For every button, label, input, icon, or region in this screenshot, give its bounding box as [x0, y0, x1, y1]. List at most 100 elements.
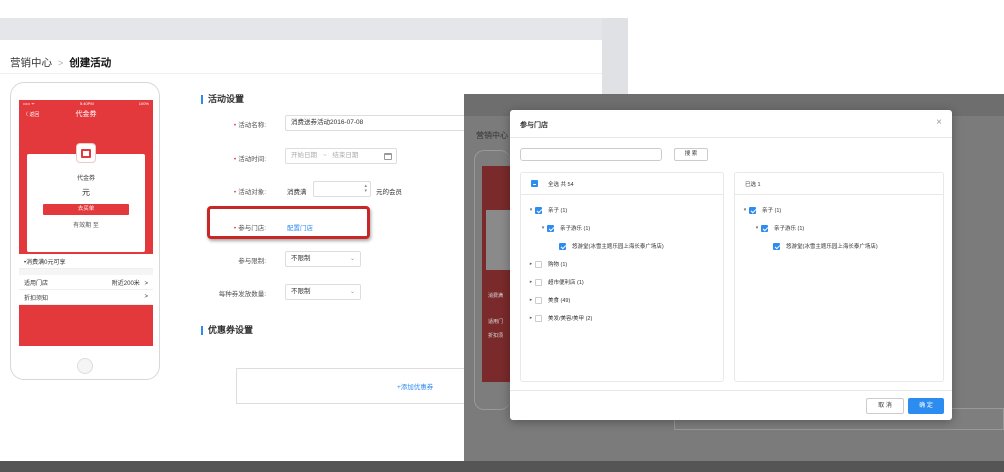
start-date-placeholder: 开始日期: [291, 152, 317, 159]
tree-node-label: 亲子 (1): [762, 208, 782, 214]
caret-down-icon[interactable]: ▾: [753, 225, 761, 231]
valid-period: 有效期 至: [73, 223, 99, 229]
dimmed-breadcrumb: 营销中心: [476, 131, 508, 140]
caret-right-icon[interactable]: ▸: [527, 279, 535, 285]
tree-node[interactable]: 悠游堂(冰雪主题乐园上海长泰广场店): [735, 237, 943, 255]
base-right-edge: [602, 18, 628, 94]
tree-node-label: 亲子 (1): [548, 208, 568, 214]
breadcrumb-root[interactable]: 营销中心: [10, 55, 52, 70]
selected-stores-tree: ▾ 亲子 (1) ▾ 亲子游乐 (1) 悠游堂(冰雪主题乐园上海长泰广场店): [735, 195, 943, 255]
tree-node-checkbox[interactable]: [535, 206, 542, 214]
limit-select[interactable]: 不限制 ⌄: [285, 251, 361, 267]
chevron-down-icon: ⌄: [349, 256, 355, 262]
tree-node-checkbox[interactable]: [535, 314, 542, 322]
store-select-dialog: 参与门店 × 搜 索 全选 共 54 ▾ 亲子 (1) ▾ 亲子游乐 (1) 悠游堂(冰…: [510, 110, 952, 420]
breadcrumb: 营销中心 > 创建活动: [10, 55, 111, 70]
caret-right-icon[interactable]: ▸: [527, 261, 535, 267]
dimmed-text-3: 折扣须: [488, 333, 504, 339]
target-prefix: 消费满: [287, 189, 307, 196]
calendar-icon: [384, 153, 392, 160]
tree-node-label: 购物 (1): [548, 262, 568, 268]
cancel-button[interactable]: 取 消: [866, 398, 904, 414]
tree-node-label: 悠游堂(冰雪主题乐园上海长泰广场店): [572, 244, 664, 250]
tree-node-checkbox[interactable]: [773, 242, 780, 250]
activity-time-label: • 活动时间:: [233, 156, 266, 163]
tree-node[interactable]: ▸ 购物 (1): [521, 255, 723, 273]
phone-preview: ••••• ᯤ 5:40PM 100% 〈 返回 代金券 代金券 元 去买单 有…: [10, 82, 160, 380]
dialog-header: 参与门店 ×: [510, 110, 952, 138]
phone-home-button: [77, 358, 93, 374]
tree-node[interactable]: ▸ 美食 (49): [521, 291, 723, 309]
section-coupon-title: 优惠券设置: [201, 326, 253, 335]
end-date-placeholder: 结束日期: [332, 152, 359, 159]
store-search-input[interactable]: [520, 148, 662, 161]
phone-back-button: 〈 返回: [23, 112, 40, 118]
condition-row: •消费满0元可享: [19, 254, 153, 269]
tree-node[interactable]: ▾ 亲子 (1): [521, 201, 723, 219]
tree-node[interactable]: ▸ 超市便利店 (1): [521, 273, 723, 291]
selected-stores-header-text: 已选 1: [745, 181, 761, 188]
tree-node[interactable]: ▾ 亲子游乐 (1): [521, 219, 723, 237]
coupon-name: 代金券: [76, 176, 95, 182]
close-icon[interactable]: ×: [936, 117, 942, 128]
caret-down-icon[interactable]: ▾: [741, 207, 749, 213]
breadcrumb-separator: >: [58, 57, 64, 68]
limit-label: 参与限制:: [238, 258, 266, 265]
buy-button: 去买单: [43, 204, 129, 215]
selected-stores-panel: 已选 1 ▾ 亲子 (1) ▾ 亲子游乐 (1) 悠游堂(冰雪主题乐园上海长泰广场店): [734, 172, 944, 382]
add-coupon-link[interactable]: +添加优惠券: [397, 381, 433, 391]
phone-nav-title: 代金券: [75, 111, 97, 118]
breadcrumb-current: 创建活动: [69, 57, 112, 69]
tree-node-checkbox[interactable]: [535, 278, 542, 286]
condition-text: •消费满0元可享: [24, 259, 66, 266]
chevron-right-icon: >: [144, 294, 148, 300]
store-row-label: 适用门店: [24, 280, 49, 287]
tree-node-checkbox[interactable]: [535, 260, 542, 268]
tree-node[interactable]: 悠游堂(冰雪主题乐园上海长泰广场店): [521, 237, 723, 255]
confirm-button[interactable]: 确 定: [908, 398, 944, 414]
breadcrumb-divider: [0, 73, 602, 74]
tree-node-label: 悠游堂(冰雪主题乐园上海长泰广场店): [786, 244, 878, 250]
per-coupon-select[interactable]: 不限制 ⌄: [285, 284, 361, 300]
phone-info-list: •消费满0元可享 适用门店 附近200米 > 折扣须知 >: [19, 254, 153, 305]
phone-nav-bar: 〈 返回 代金券: [19, 107, 153, 123]
store-row: 适用门店 附近200米 >: [19, 275, 153, 290]
tree-node-checkbox[interactable]: [761, 224, 768, 232]
dialog-title: 参与门店: [520, 122, 548, 129]
tree-node[interactable]: ▸ 美发/美容/美甲 (2): [521, 309, 723, 327]
date-range-picker[interactable]: 开始日期 ~ 结束日期: [285, 148, 397, 164]
tree-node-checkbox[interactable]: [749, 206, 756, 214]
dimmed-phone-screen: [482, 166, 510, 382]
target-suffix: 元的会员: [376, 189, 402, 196]
status-battery: 100%: [138, 101, 149, 106]
status-time: 5:40PM: [79, 101, 94, 106]
per-coupon-select-value: 不限制: [291, 288, 311, 295]
tree-node[interactable]: ▾ 亲子 (1): [735, 201, 943, 219]
tree-node-checkbox[interactable]: [547, 224, 554, 232]
caret-right-icon[interactable]: ▸: [527, 297, 535, 303]
tree-node-label: 亲子游乐 (1): [774, 226, 805, 232]
caret-down-icon[interactable]: ▾: [527, 207, 535, 213]
chevron-right-icon: >: [144, 280, 148, 287]
screenshot-stage: 营销中心 > 创建活动 ••••• ᯤ 5:40PM 100% 〈 返回 代金券…: [0, 0, 1004, 472]
activity-name-input[interactable]: 消费送券活动2016-07-08: [285, 115, 485, 131]
caret-down-icon[interactable]: ▾: [539, 225, 547, 231]
activity-target-label: • 活动对象:: [233, 189, 266, 196]
tree-node-label: 亲子游乐 (1): [560, 226, 591, 232]
bottom-bar: [0, 461, 1004, 472]
all-stores-panel: 全选 共 54 ▾ 亲子 (1) ▾ 亲子游乐 (1) 悠游堂(冰雪主题乐园上海长泰广场…: [520, 172, 724, 382]
caret-right-icon[interactable]: ▸: [527, 315, 535, 321]
tree-node-checkbox[interactable]: [535, 296, 542, 304]
dimmed-text-2: 适用门: [488, 319, 504, 325]
search-button[interactable]: 搜 索: [674, 148, 708, 161]
tree-node-checkbox[interactable]: [559, 242, 566, 250]
dialog-footer-divider: [510, 390, 952, 391]
select-all-checkbox[interactable]: [531, 180, 538, 187]
tree-node[interactable]: ▾ 亲子游乐 (1): [735, 219, 943, 237]
stepper-icon[interactable]: ▴ ▾: [364, 184, 367, 194]
notice-row-label: 折扣须知: [24, 295, 49, 302]
phone-screen: ••••• ᯤ 5:40PM 100% 〈 返回 代金券 代金券 元 去买单 有…: [19, 100, 153, 346]
all-stores-tree: ▾ 亲子 (1) ▾ 亲子游乐 (1) 悠游堂(冰雪主题乐园上海长泰广场店) ▸ 购物 (1…: [521, 195, 723, 327]
target-amount-input[interactable]: ▴ ▾: [313, 181, 371, 197]
notice-row: 折扣须知 >: [19, 290, 153, 305]
